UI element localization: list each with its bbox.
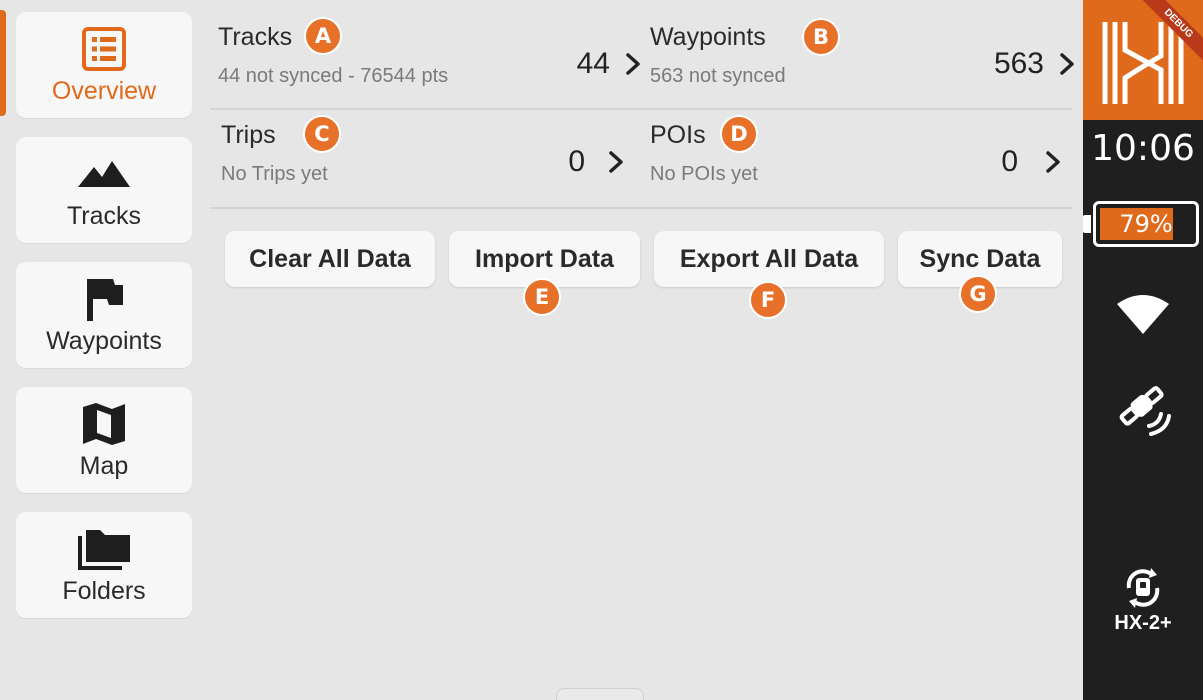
device-sync-icon xyxy=(1083,566,1203,610)
pois-subtitle: No POIs yet xyxy=(650,163,758,185)
waypoints-title: Waypoints xyxy=(650,23,766,51)
satellite-icon xyxy=(1083,378,1203,438)
pois-summary-row[interactable]: POIs No POIs yet 0 xyxy=(650,103,1070,189)
list-icon xyxy=(81,25,127,73)
flag-icon xyxy=(83,275,125,323)
annotation-badge-a: A xyxy=(304,17,342,55)
chevron-right-icon xyxy=(1046,151,1060,173)
chevron-right-icon xyxy=(1060,53,1074,75)
annotation-badge-e: E xyxy=(523,278,561,316)
nav-item-waypoints[interactable]: Waypoints xyxy=(16,262,192,368)
waypoints-count: 563 xyxy=(993,47,1044,80)
clear-all-data-button[interactable]: Clear All Data xyxy=(225,231,435,287)
nav-item-folders[interactable]: Folders xyxy=(16,512,192,618)
active-nav-indicator xyxy=(0,10,6,116)
tracks-summary-row[interactable]: Tracks 44 not synced - 76544 pts 44 xyxy=(218,5,640,91)
battery-terminal xyxy=(1083,215,1091,233)
bottom-drawer-handle[interactable] xyxy=(556,688,644,700)
clock: 10:06 xyxy=(1091,128,1195,169)
tracks-subtitle: 44 not synced - 76544 pts xyxy=(218,65,449,87)
trips-summary-row[interactable]: Trips No Trips yet 0 xyxy=(221,103,641,189)
nav-label-overview: Overview xyxy=(51,76,157,105)
folder-icon xyxy=(76,525,132,573)
nav-item-map[interactable]: Map xyxy=(16,387,192,493)
waypoints-subtitle: 563 not synced xyxy=(650,65,786,87)
app-logo: DEBUG xyxy=(1083,0,1203,120)
tracks-count: 44 xyxy=(576,47,610,80)
pois-title: POIs xyxy=(650,121,706,149)
nav-label-waypoints: Waypoints xyxy=(46,326,162,355)
battery-indicator: 79% xyxy=(1093,201,1199,247)
nav-label-map: Map xyxy=(79,451,129,480)
map-icon xyxy=(81,400,127,448)
nav-item-overview[interactable]: Overview xyxy=(16,12,192,118)
annotation-badge-f: F xyxy=(749,281,787,319)
annotation-badge-d: D xyxy=(720,115,758,153)
waypoints-summary-row[interactable]: Waypoints 563 not synced 563 xyxy=(650,5,1074,91)
chevron-right-icon xyxy=(609,151,623,173)
device-label: HX-2+ xyxy=(1114,612,1172,634)
export-all-data-button[interactable]: Export All Data xyxy=(654,231,884,287)
chevron-right-icon xyxy=(626,53,640,75)
wifi-icon xyxy=(1083,294,1203,334)
annotation-badge-b: B xyxy=(802,18,840,56)
trips-title: Trips xyxy=(221,121,276,149)
nav-item-tracks[interactable]: Tracks xyxy=(16,137,192,243)
row-divider xyxy=(210,207,1072,209)
nav-label-tracks: Tracks xyxy=(66,201,142,230)
nav-label-folders: Folders xyxy=(62,576,146,605)
annotation-badge-g: G xyxy=(959,275,997,313)
trips-subtitle: No Trips yet xyxy=(221,163,328,185)
pois-count: 0 xyxy=(1001,145,1018,178)
battery-percent: 79% xyxy=(1119,210,1173,238)
mountain-icon xyxy=(78,150,130,198)
tracks-title: Tracks xyxy=(218,23,293,51)
status-sidebar: DEBUG 10:06 79% HX-2+ xyxy=(1083,0,1203,700)
annotation-badge-c: C xyxy=(303,115,341,153)
trips-count: 0 xyxy=(568,145,585,178)
